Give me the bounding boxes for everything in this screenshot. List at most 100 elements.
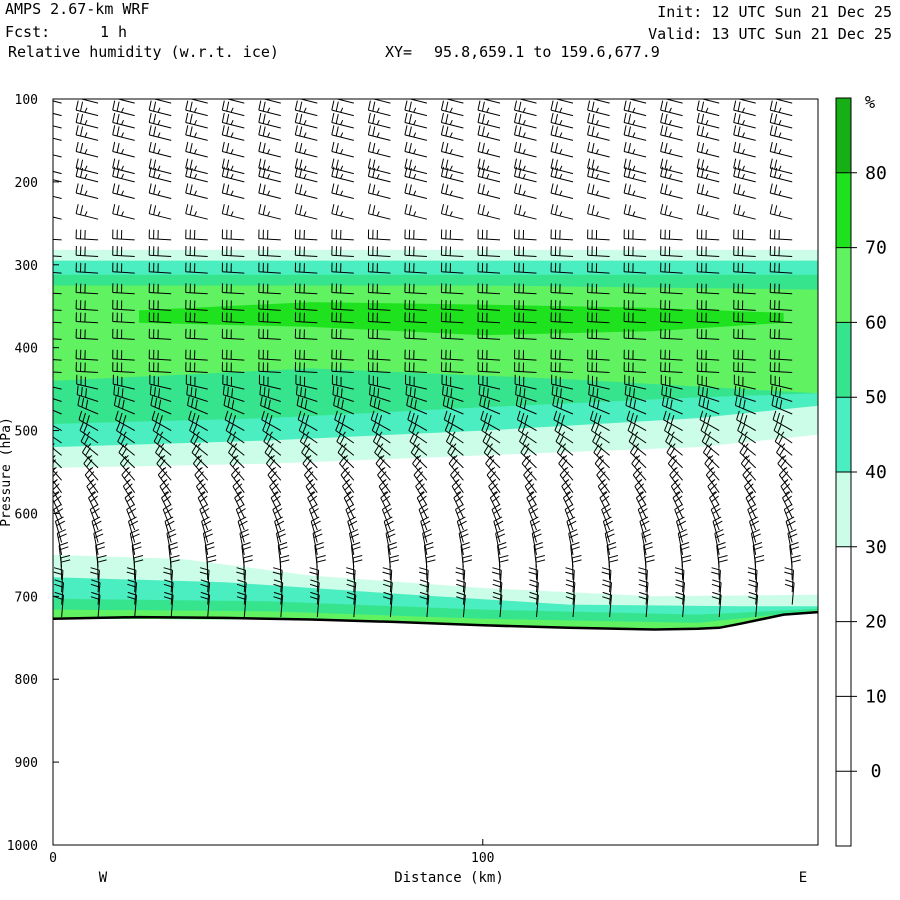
barb-half-flag (486, 211, 490, 217)
barb-flag (112, 158, 116, 169)
barb-shaft (451, 486, 464, 506)
barb-shaft (550, 213, 574, 220)
barb-shaft (53, 154, 62, 158)
barb-flag (148, 158, 152, 169)
wind-barb (769, 141, 793, 158)
barb-half-flag (705, 107, 709, 113)
barb-flag (667, 455, 675, 464)
barb-flag (116, 159, 120, 170)
barb-flag (645, 559, 655, 563)
barb-flag (519, 89, 521, 99)
barb-flag (481, 126, 485, 137)
colorbar-unit: % (865, 93, 875, 113)
barb-flag (170, 555, 180, 559)
barb-flag (681, 559, 692, 563)
barb-flag (606, 542, 616, 546)
barb-shaft (535, 557, 537, 580)
wind-barb (148, 100, 172, 117)
barb-half-flag (559, 107, 563, 113)
wind-barb (596, 467, 611, 493)
barb-shaft (550, 192, 574, 199)
barb-shaft (149, 238, 172, 241)
barb-flag (299, 159, 303, 170)
barb-flag (367, 204, 371, 214)
barb-shaft (368, 122, 391, 129)
barb-flag (550, 204, 554, 214)
wind-barb (277, 542, 288, 568)
barb-flag (168, 542, 178, 546)
barb-flag (628, 101, 631, 112)
barb-flag (774, 184, 778, 195)
barb-shaft (660, 109, 683, 117)
barb-shaft (733, 134, 756, 141)
barb-shaft (225, 99, 245, 104)
barb-flag (80, 101, 84, 112)
barb-flag (514, 112, 517, 123)
wind-barb (514, 204, 537, 220)
barb-flag (96, 546, 106, 551)
barb-half-flag (781, 443, 786, 448)
wind-barb (128, 516, 139, 543)
barb-shaft (660, 213, 683, 220)
barb-flag (774, 101, 778, 112)
barb-flag (367, 112, 371, 123)
barb-flag (258, 204, 262, 214)
wind-barb (514, 158, 537, 175)
barb-flag (776, 444, 782, 453)
barb-flag (262, 205, 266, 215)
wind-barb (639, 516, 650, 543)
barb-flag (737, 159, 741, 170)
wind-barb (367, 183, 391, 199)
barb-half-flag (230, 119, 234, 125)
barb-shaft (441, 151, 464, 158)
barb-half-flag (48, 191, 50, 196)
barb-half-flag (559, 211, 563, 217)
wind-barb (587, 183, 610, 199)
barb-half-flag (48, 120, 50, 125)
colorbar-swatch (836, 472, 851, 547)
barb-flag (481, 113, 485, 124)
wind-barb (440, 158, 464, 175)
barb-flag (389, 559, 399, 563)
barb-flag (40, 184, 42, 194)
barb-flag (353, 559, 363, 563)
barb-half-flag (632, 165, 636, 171)
wind-barb (780, 479, 793, 506)
barb-flag (262, 159, 266, 170)
barb-shaft (697, 238, 720, 241)
barb-flag (75, 183, 79, 194)
barb-shaft (514, 151, 537, 158)
barb-flag (44, 205, 46, 215)
barb-shaft (53, 137, 62, 141)
barb-shaft (477, 175, 501, 183)
barb-half-flag (778, 173, 782, 179)
barb-half-flag (230, 148, 234, 154)
barb-flag (733, 141, 737, 152)
barb-flag (477, 100, 481, 111)
barb-flag (628, 126, 631, 137)
barb-flag (747, 495, 756, 503)
barb-flag (440, 100, 444, 111)
barb-flag (45, 433, 49, 441)
barb-flag (445, 184, 449, 195)
wind-barb (112, 204, 135, 220)
barb-flag (53, 415, 54, 417)
wind-barb (294, 100, 318, 117)
barb-shaft (75, 213, 99, 220)
barb-shaft (335, 99, 354, 104)
barb-shaft (587, 167, 610, 175)
barb-flag (780, 459, 787, 468)
barb-flag (482, 89, 484, 99)
barb-flag (660, 125, 664, 136)
wind-barb (53, 479, 63, 506)
barb-shaft (86, 486, 99, 506)
barb-shaft (587, 175, 610, 183)
barb-shaft (53, 170, 62, 175)
barb-shaft (623, 122, 647, 129)
wind-barb (148, 141, 172, 158)
barb-shaft (331, 134, 354, 141)
barb-flag (226, 101, 230, 112)
barb-flag (221, 183, 225, 194)
barb-flag (774, 126, 778, 137)
barb-flag (624, 88, 626, 98)
